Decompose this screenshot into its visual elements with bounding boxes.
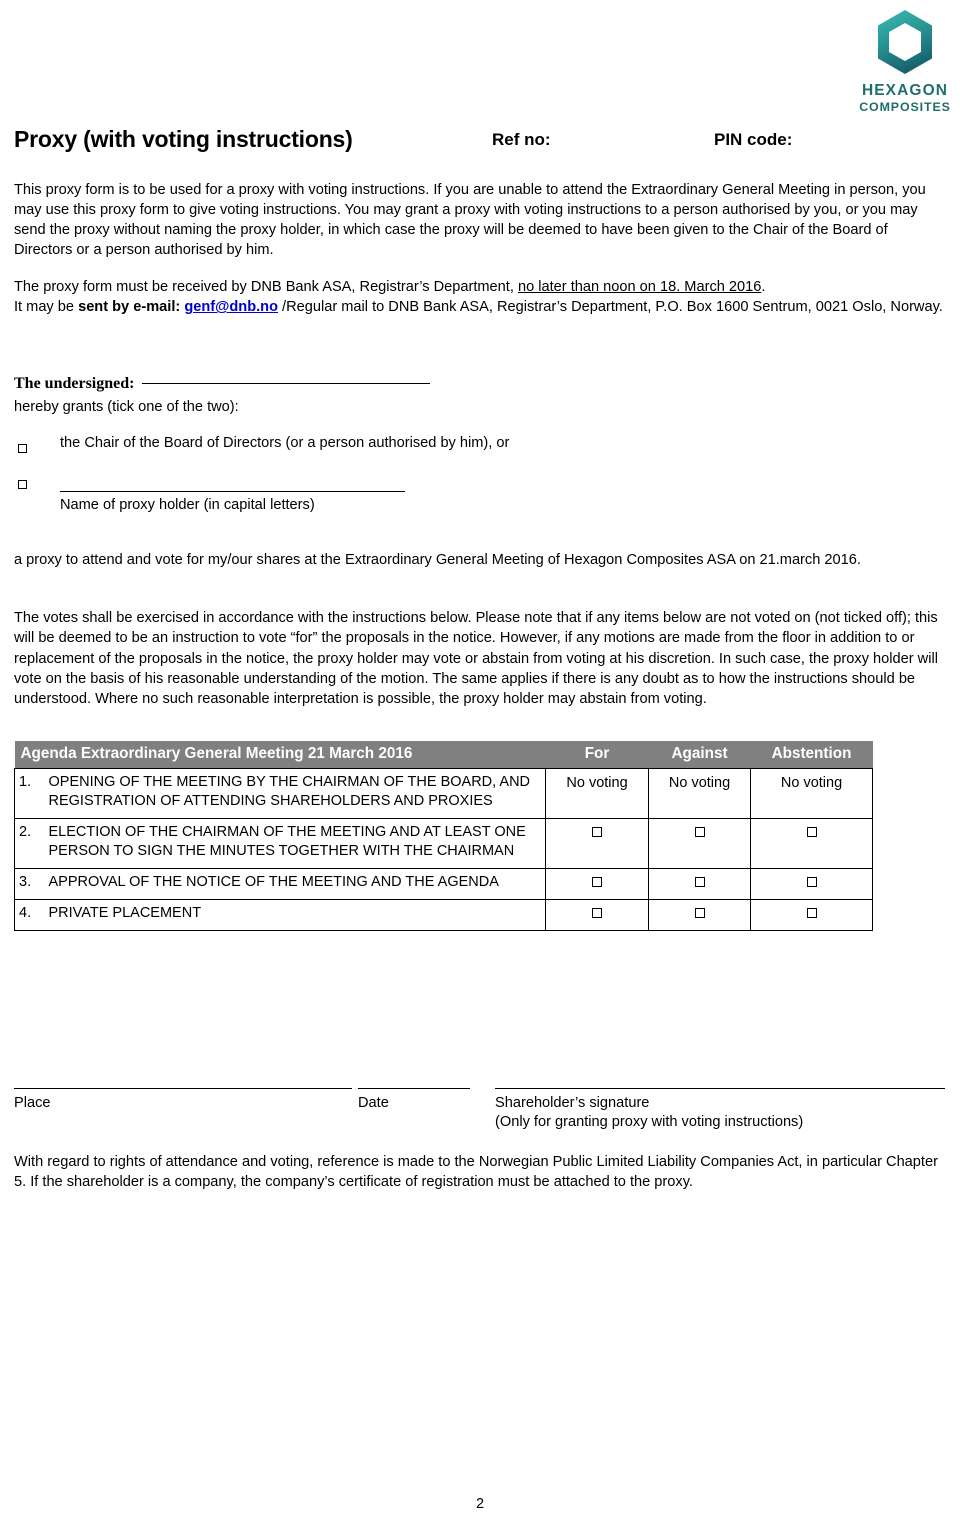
agenda-item-description: OPENING OF THE MEETING BY THE CHAIRMAN O… [46,768,547,819]
vote-against-cell[interactable] [648,817,752,869]
proxy-option-chair-checkbox[interactable] [18,438,27,458]
proxy-purpose-paragraph: a proxy to attend and vote for my/our sh… [14,552,861,568]
hexagon-icon [878,10,932,74]
date-label: Date [358,1095,389,1111]
deadline-text-before: The proxy form must be received by DNB B… [14,279,518,295]
vote-abstention-cell[interactable] [750,899,874,932]
checkbox-icon[interactable] [592,908,603,919]
vote-abstention-cell[interactable] [750,867,874,901]
agenda-column-header: Agenda Extraordinary General Meeting 21 … [14,741,546,769]
grants-instruction: hereby grants (tick one of the two): [14,399,239,415]
agenda-item-description: PRIVATE PLACEMENT [46,899,547,932]
checkbox-icon[interactable] [18,479,27,489]
checkbox-icon[interactable] [694,876,705,887]
agenda-table: Agenda Extraordinary General Meeting 21 … [14,741,874,932]
table-row: 4. PRIVATE PLACEMENT [14,899,874,932]
logo-wordmark: HEXAGON COMPOSITES [850,82,960,115]
agenda-item-number: 1. [14,768,47,819]
checkbox-icon[interactable] [694,908,705,919]
proxy-holder-name-caption: Name of proxy holder (in capital letters… [60,497,315,513]
undersigned-label: The undersigned: [14,375,135,392]
vote-abstention-cell[interactable] [750,817,874,869]
signature-label: Shareholder’s signature [495,1095,650,1111]
checkbox-icon[interactable] [806,908,817,919]
page-number: 2 [475,1496,485,1512]
agenda-table-header-row: Agenda Extraordinary General Meeting 21 … [14,741,873,769]
checkbox-icon[interactable] [18,443,27,453]
vote-for-cell[interactable] [545,899,650,932]
vote-for-cell: No voting [545,768,650,819]
agenda-item-description: ELECTION OF THE CHAIRMAN OF THE MEETING … [46,817,547,869]
proxy-form-page: HEXAGON COMPOSITES Proxy (with voting in… [0,0,960,1526]
shareholder-signature-line[interactable] [495,1088,945,1089]
deadline-underlined: no later than noon on 18. March 2016 [517,279,762,295]
footer-legal-note: With regard to rights of attendance and … [14,1154,938,1191]
vote-abstention-cell: No voting [750,768,874,819]
date-signature-line[interactable] [358,1088,470,1089]
undersigned-row: The undersigned: [14,375,614,397]
checkbox-icon[interactable] [592,826,603,837]
vote-for-cell[interactable] [545,867,650,901]
agenda-item-number: 2. [14,817,47,869]
logo-line-2: COMPOSITES [859,100,951,115]
page-title: Proxy (with voting instructions) [14,126,353,152]
email-intro: It may be [14,299,79,316]
email-bold-label: sent by e-mail: [78,299,185,316]
table-row: 1. OPENING OF THE MEETING BY THE CHAIRMA… [14,768,874,819]
votes-instruction-paragraph: The votes shall be exercised in accordan… [14,610,938,708]
agenda-item-number: 3. [14,867,47,901]
deadline-period: . [761,279,766,295]
agenda-item-description: APPROVAL OF THE NOTICE OF THE MEETING AN… [46,867,547,901]
proxy-option-chair-label: the Chair of the Board of Directors (or … [60,435,510,451]
table-row: 2. ELECTION OF THE CHAIRMAN OF THE MEETI… [14,817,874,869]
deadline-paragraph: The proxy form must be received by DNB B… [14,277,944,317]
email-link[interactable]: genf@dnb.no [184,299,278,315]
abstention-column-header: Abstention [750,741,873,769]
vote-for-cell[interactable] [545,817,650,869]
signature-label-block: Shareholder’s signature (Only for granti… [495,1094,955,1132]
signature-sublabel: (Only for granting proxy with voting ins… [495,1114,804,1130]
agenda-item-number: 4. [14,899,47,932]
intro-paragraph: This proxy form is to be used for a prox… [14,182,926,259]
signature-area: Place Date Shareholder’s signature (Only… [0,1088,960,1148]
for-column-header: For [545,741,649,769]
checkbox-icon[interactable] [806,826,817,837]
checkbox-icon[interactable] [806,876,817,887]
vote-against-cell[interactable] [648,867,752,901]
company-logo: HEXAGON COMPOSITES [850,8,960,115]
proxy-holder-name-line[interactable] [60,491,405,492]
checkbox-icon[interactable] [694,826,705,837]
place-label: Place [14,1095,51,1111]
logo-line-1: HEXAGON [861,82,949,99]
undersigned-write-line[interactable] [142,383,431,384]
checkbox-icon[interactable] [592,876,603,887]
ref-no-label: Ref no: [492,130,551,149]
vote-against-cell[interactable] [648,899,752,932]
table-row: 3. APPROVAL OF THE NOTICE OF THE MEETING… [14,867,874,901]
pin-code-label: PIN code: [714,130,793,149]
mail-address-text: /Regular mail to DNB Bank ASA, Registrar… [278,299,943,316]
proxy-option-named-checkbox[interactable] [18,474,27,494]
vote-against-cell: No voting [648,768,752,819]
title-row: Proxy (with voting instructions) Ref no:… [14,126,914,156]
against-column-header: Against [648,741,751,769]
place-signature-line[interactable] [14,1088,352,1089]
